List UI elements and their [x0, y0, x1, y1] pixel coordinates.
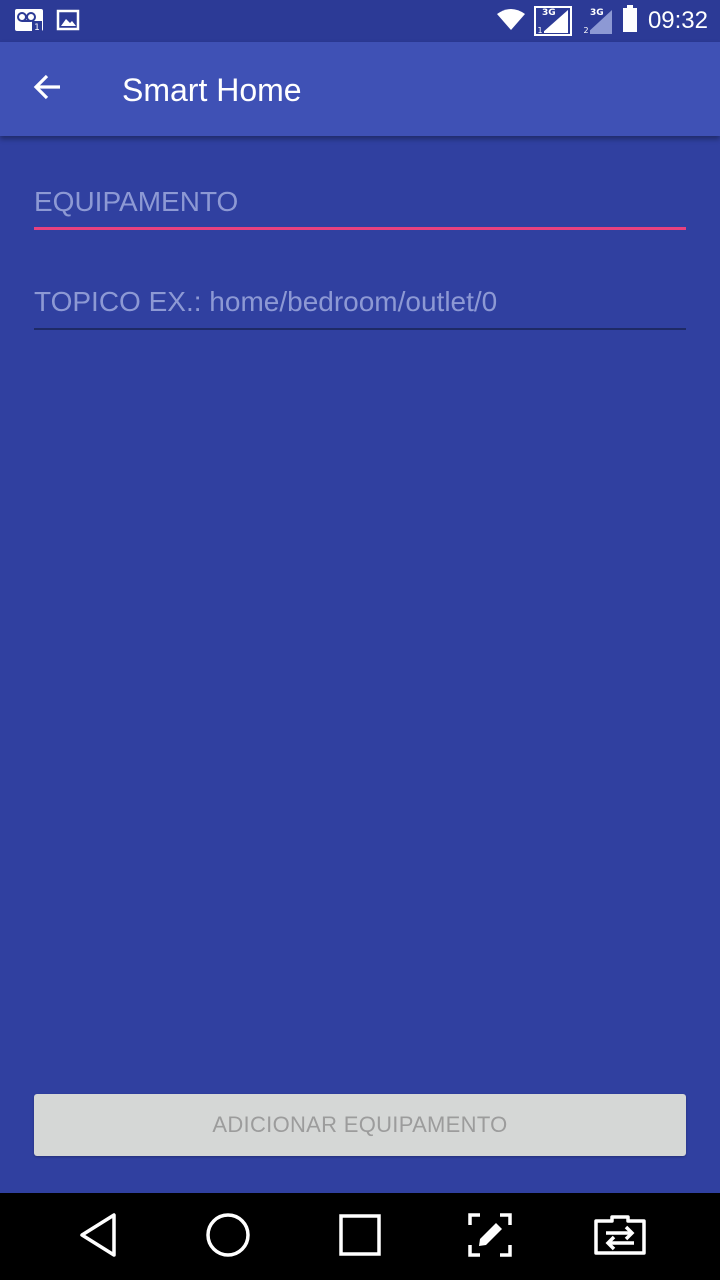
arrow-back-icon	[33, 72, 63, 107]
svg-text:2: 2	[583, 26, 588, 35]
nav-back-button[interactable]	[70, 1209, 126, 1265]
signal-3g-sim1-icon: 1 3G	[533, 6, 572, 36]
signal-3g-sim2-icon: 2 3G	[580, 6, 614, 36]
nav-home-button[interactable]	[200, 1209, 256, 1265]
add-equipment-button[interactable]: ADICIONAR EQUIPAMENTO	[34, 1094, 686, 1156]
back-button[interactable]	[20, 65, 76, 113]
nav-screenshot-button[interactable]	[462, 1209, 518, 1265]
topic-field	[34, 278, 686, 330]
equipment-field	[34, 178, 686, 230]
voicemail-sim1-icon: 1	[14, 8, 44, 37]
home-circle-icon	[204, 1211, 252, 1264]
status-right-icons: 1 3G 2 3G 09:32	[496, 4, 708, 38]
topic-input[interactable]	[34, 278, 686, 326]
nav-switch-app-button[interactable]	[592, 1209, 648, 1265]
page-title: Smart Home	[122, 72, 302, 108]
svg-text:1: 1	[34, 23, 40, 32]
battery-icon	[622, 4, 638, 38]
equipment-input[interactable]	[34, 178, 686, 226]
equipment-underline	[34, 227, 686, 230]
image-icon	[56, 8, 80, 37]
wifi-icon	[496, 7, 526, 36]
status-clock: 09:32	[647, 7, 708, 34]
sim1-network-label: 3G	[541, 8, 556, 18]
back-triangle-icon	[76, 1211, 120, 1264]
navigation-bar	[0, 1193, 720, 1280]
nav-recents-button[interactable]	[332, 1209, 388, 1265]
app-bar: Smart Home	[0, 42, 720, 136]
status-bar: 1 1 3G 2 3G 09:32	[0, 0, 720, 42]
recents-square-icon	[336, 1211, 384, 1264]
svg-text:1: 1	[537, 26, 542, 35]
sim2-network-label: 3G	[589, 8, 604, 18]
switch-app-icon	[592, 1211, 648, 1264]
screenshot-edit-icon	[466, 1211, 514, 1264]
topic-underline	[34, 328, 686, 330]
status-left-icons: 1	[14, 8, 80, 37]
